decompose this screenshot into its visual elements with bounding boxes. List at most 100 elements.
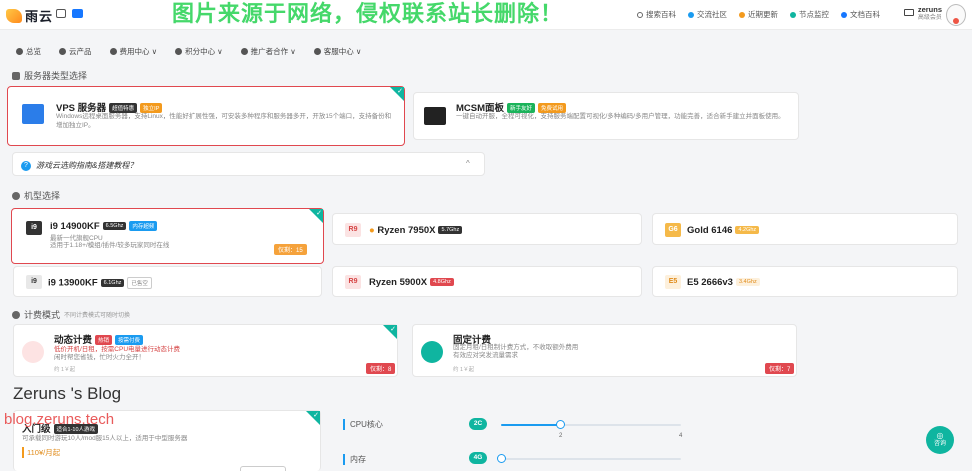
headset-icon: ◎ <box>936 431 944 440</box>
search-icon <box>637 11 643 18</box>
stock-badge: 仅剩：15 <box>274 244 307 255</box>
cpu-name: i9 14900KF 6.5Ghz 内存超频 <box>50 221 158 232</box>
badge: 5.7Ghz <box>438 226 463 235</box>
badge: 内存超频 <box>129 221 158 232</box>
selected-check-icon <box>309 209 323 223</box>
memory-slider-handle[interactable] <box>497 454 506 463</box>
avatar[interactable] <box>946 4 966 26</box>
gift-icon <box>175 47 183 55</box>
chip-icon: i9 <box>26 221 42 235</box>
slider-tick: 2 <box>559 433 563 439</box>
guide-bar[interactable]: ? 游戏云选购指南&搭建教程？ ^ <box>12 152 485 176</box>
top-links: 搜索百科 交流社区 近期更新 节点监控 文档百科 <box>637 9 880 20</box>
top-link-monitor[interactable]: 节点监控 <box>790 9 829 20</box>
badge: 4.8Ghz <box>430 278 454 287</box>
fire-icon: ● <box>369 225 375 236</box>
top-link-search[interactable]: 搜索百科 <box>637 9 676 20</box>
cpu-core-label: CPU核心 <box>343 419 383 430</box>
scroll-tab[interactable] <box>240 466 286 471</box>
cpu-desc: 适用于1.18+/模组/插件/较多玩家同时在线 <box>50 242 170 249</box>
chart-icon <box>22 341 44 363</box>
brand-logo[interactable]: 雨云 <box>6 6 53 25</box>
billing-icon <box>12 310 20 319</box>
book-icon <box>841 11 847 18</box>
card-desc: 一键自动开服，全程可视化，支持服务端配置可视化/多种编码/多用户管理，功能完善，… <box>456 113 785 120</box>
headset-icon <box>313 47 321 55</box>
selected-check-icon <box>390 87 404 101</box>
cpu-name: Ryzen 5900X 4.8Ghz <box>369 277 454 288</box>
cpu-name: i9 13900KF 6.1Ghz 已售空 <box>48 277 152 289</box>
users-icon <box>240 47 248 55</box>
nav-products[interactable]: 云产品 <box>59 46 92 57</box>
cpu-core-slider-fill <box>501 424 561 426</box>
top-link-docs[interactable]: 文档百科 <box>841 9 880 20</box>
consult-button[interactable]: ◎ 咨询 <box>926 426 954 454</box>
cpu-name: Gold 6146 4.2Ghz <box>687 225 760 236</box>
cpu-name: E5 2666v3 3.4Ghz <box>687 277 760 288</box>
billing-heading: 计费模式 不同计费模式可随时切换 <box>12 308 130 321</box>
server-card-mcsm[interactable]: MCSM面板 新手友好 免费试用 一键自动开服，全程可视化，支持服务端配置可视化/多… <box>413 92 799 140</box>
cpu-card-i9-14900kf[interactable]: i9 i9 14900KF6.5Ghz内存超频 最新一代旗舰CPU 适用于1.1… <box>11 208 324 264</box>
cloud-icon <box>59 47 66 55</box>
chip-icon: R9 <box>345 275 361 289</box>
dashboard-icon <box>16 47 23 55</box>
cpu-card-e5-2666v3[interactable]: E5 E5 2666v3 3.4Ghz <box>652 266 958 297</box>
windows-icon <box>22 104 44 124</box>
cpu-name: ● Ryzen 7950X 5.7Ghz <box>369 225 463 236</box>
cpu-card-gold-6146[interactable]: G6 Gold 6146 4.2Ghz <box>652 213 958 245</box>
mail-icon[interactable] <box>904 9 914 16</box>
billing-note: 约 1￥起 <box>453 367 475 373</box>
billing-card-fixed[interactable]: 固定计费 固定月租/日租制计费方式，不收取额外费用 有效应对突发流量需求 约 1… <box>412 324 797 377</box>
nav-billing[interactable]: 费用中心 ∨ <box>109 46 157 57</box>
selected-check-icon <box>306 411 320 425</box>
badge: 按需付费 <box>115 335 144 346</box>
cpu-card-ryzen-7950x[interactable]: R9 ● Ryzen 7950X 5.7Ghz <box>332 213 642 245</box>
sold-out-badge: 已售空 <box>127 277 152 289</box>
billing-note: 约 1￥起 <box>54 367 76 373</box>
stock-badge: 仅剩：7 <box>765 363 795 374</box>
chip-icon: i9 <box>26 275 42 289</box>
wallet-icon <box>109 47 117 55</box>
nav-affiliate[interactable]: 推广者合作 ∨ <box>240 46 296 57</box>
nav-points[interactable]: 积分中心 ∨ <box>175 46 223 57</box>
billing-line: 闲时帮您省钱，忙时火力全开！ <box>54 354 145 361</box>
stock-badge: 仅剩：8 <box>366 363 396 374</box>
top-link-community[interactable]: 交流社区 <box>688 9 727 20</box>
cpu-card-ryzen-5900x[interactable]: R9 Ryzen 5900X 4.8Ghz <box>332 266 642 297</box>
chip-icon: E5 <box>665 275 681 289</box>
chevron-up-icon: ^ <box>466 159 470 168</box>
plan-price: 110¥/月起 <box>22 447 60 458</box>
cpu-heading: 机型选择 <box>12 189 60 202</box>
chat-icon <box>688 11 694 18</box>
app-icon[interactable] <box>72 9 83 18</box>
nav-overview[interactable]: 总览 <box>16 46 41 57</box>
window-icon[interactable] <box>56 9 66 18</box>
server-card-vps[interactable]: VPS 服务器超值特惠独立IP Windows远程桌面服务器，支持Linux，性… <box>7 86 405 146</box>
plan-desc: 可承载同时游玩10人/mod服15人以上，适用于中型服务器 <box>22 435 188 442</box>
cpu-icon <box>12 191 20 200</box>
nav-support[interactable]: 客服中心 ∨ <box>313 46 361 57</box>
cpu-card-i9-13900kf[interactable]: i9 i9 13900KF 6.1Ghz 已售空 <box>13 266 322 297</box>
user-menu[interactable]: zeruns 高级会员 <box>918 6 942 22</box>
watermark-text: 图片来源于网络，侵权联系站长删除！ <box>172 1 564 26</box>
cpu-core-value: 2C <box>469 418 487 430</box>
mcsm-icon <box>424 107 446 125</box>
user-level: 高级会员 <box>917 15 942 21</box>
question-icon: ? <box>21 160 31 171</box>
memory-slider[interactable] <box>501 458 681 460</box>
billing-card-dynamic[interactable]: 动态计费热销按需付费 低价开机/日租，按需CPU电量进行动态计费 闲时帮您省钱，… <box>13 324 398 377</box>
billing-line: 有效应对突发流量需求 <box>453 352 518 359</box>
slider-tick: 4 <box>679 433 683 439</box>
user-name: zeruns <box>917 5 942 14</box>
blog-title-watermark: Zeruns 's Blog <box>13 384 122 403</box>
chip-icon: G6 <box>665 223 681 237</box>
send-icon <box>790 11 796 18</box>
cpu-core-slider-handle[interactable] <box>556 420 565 429</box>
top-link-updates[interactable]: 近期更新 <box>739 9 778 20</box>
blog-url-watermark: blog.zeruns.tech <box>4 411 115 428</box>
server-type-heading: 服务器类型选择 <box>12 69 87 82</box>
billing-subtitle: 不同计费模式可随时切换 <box>64 313 131 319</box>
card-desc: Windows远程桌面服务器，支持Linux，性能好扩展性强，可安装多种程序和服… <box>56 113 392 129</box>
memory-label: 内存 <box>343 454 366 465</box>
main-nav: 总览 云产品 费用中心 ∨ 积分中心 ∨ 推广者合作 ∨ 客服中心 ∨ <box>0 40 972 62</box>
